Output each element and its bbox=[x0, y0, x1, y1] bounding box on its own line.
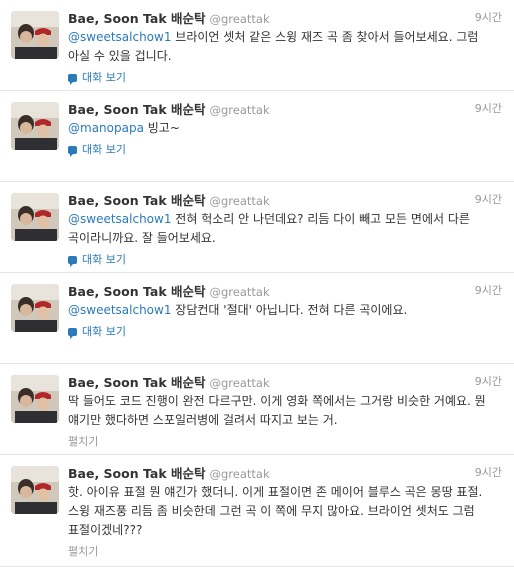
view-conversation-label: 대화 보기 bbox=[82, 71, 126, 84]
author-name[interactable]: Bae, Soon Tak 배순탁 bbox=[68, 11, 206, 26]
tweet-timestamp[interactable]: 9시간 bbox=[475, 464, 502, 480]
author-handle[interactable]: @greattak bbox=[210, 285, 270, 299]
author-handle[interactable]: @greattak bbox=[210, 103, 270, 117]
tweet-body: 장담컨대 '절대' 아닙니다. 전혀 다른 곡이에요. bbox=[171, 303, 408, 317]
author-name[interactable]: Bae, Soon Tak 배순탁 bbox=[68, 466, 206, 481]
conversation-icon bbox=[68, 256, 77, 267]
tweet-timestamp[interactable]: 9시간 bbox=[475, 373, 502, 389]
tweet[interactable]: Bae, Soon Tak 배순탁 @greattak 9시간 @sweetsal… bbox=[0, 273, 514, 364]
author-handle[interactable]: @greattak bbox=[210, 12, 270, 26]
tweet-body: 딱 들어도 코드 진행이 완전 다르구만. 이게 영화 쪽에서는 그거랑 비슷한… bbox=[68, 394, 486, 427]
author-handle[interactable]: @greattak bbox=[210, 467, 270, 481]
author-name[interactable]: Bae, Soon Tak 배순탁 bbox=[68, 375, 206, 390]
avatar[interactable] bbox=[11, 193, 59, 241]
view-conversation-link[interactable]: 대화 보기 bbox=[68, 142, 126, 158]
tweet-timestamp[interactable]: 9시간 bbox=[475, 191, 502, 207]
tweet-text: @sweetsalchow1 장담컨대 '절대' 아닙니다. 전혀 다른 곡이에… bbox=[68, 301, 500, 320]
tweet-text: @sweetsalchow1 브라이언 셋처 같은 스윙 재즈 곡 좀 찾아서 … bbox=[68, 28, 500, 66]
avatar[interactable] bbox=[11, 466, 59, 514]
avatar[interactable] bbox=[11, 102, 59, 150]
tweet-timeline: Bae, Soon Tak 배순탁 @greattak 9시간 @sweetsal… bbox=[0, 0, 514, 567]
tweet-body: 빙고~ bbox=[143, 121, 180, 135]
conversation-icon bbox=[68, 328, 77, 339]
conversation-icon bbox=[68, 74, 77, 85]
tweet[interactable]: Bae, Soon Tak 배순탁 @greattak 9시간 핫. 아이유 표절… bbox=[0, 455, 514, 567]
tweet-text: 딱 들어도 코드 진행이 완전 다르구만. 이게 영화 쪽에서는 그거랑 비슷한… bbox=[68, 392, 500, 430]
view-conversation-link[interactable]: 대화 보기 bbox=[68, 252, 126, 268]
tweet[interactable]: Bae, Soon Tak 배순탁 @greattak 9시간 @sweetsal… bbox=[0, 182, 514, 273]
author-name[interactable]: Bae, Soon Tak 배순탁 bbox=[68, 102, 206, 117]
tweet[interactable]: Bae, Soon Tak 배순탁 @greattak 9시간 @sweetsal… bbox=[0, 0, 514, 91]
expand-link[interactable]: 펼치기 bbox=[68, 434, 98, 450]
mention-link[interactable]: @sweetsalchow1 bbox=[68, 303, 171, 317]
conversation-icon bbox=[68, 146, 77, 157]
tweet-text: @sweetsalchow1 전혀 헉소리 안 나던데요? 리듬 다이 빼고 모… bbox=[68, 210, 500, 248]
tweet-timestamp[interactable]: 9시간 bbox=[475, 282, 502, 298]
tweet-text: 핫. 아이유 표절 뭔 얘긴가 했더니. 이게 표절이면 존 메이어 블루스 곡… bbox=[68, 483, 500, 540]
tweet-timestamp[interactable]: 9시간 bbox=[475, 9, 502, 25]
mention-link[interactable]: @sweetsalchow1 bbox=[68, 30, 171, 44]
author-handle[interactable]: @greattak bbox=[210, 376, 270, 390]
author-handle[interactable]: @greattak bbox=[210, 194, 270, 208]
mention-link[interactable]: @manopapa bbox=[68, 121, 144, 135]
view-conversation-label: 대화 보기 bbox=[82, 253, 126, 266]
author-name[interactable]: Bae, Soon Tak 배순탁 bbox=[68, 284, 206, 299]
expand-link[interactable]: 펼치기 bbox=[68, 544, 98, 560]
author-name[interactable]: Bae, Soon Tak 배순탁 bbox=[68, 193, 206, 208]
view-conversation-label: 대화 보기 bbox=[82, 325, 126, 338]
tweet-body: 핫. 아이유 표절 뭔 얘긴가 했더니. 이게 표절이면 존 메이어 블루스 곡… bbox=[68, 485, 483, 537]
avatar[interactable] bbox=[11, 284, 59, 332]
tweet[interactable]: Bae, Soon Tak 배순탁 @greattak 9시간 딱 들어도 코드 … bbox=[0, 364, 514, 455]
view-conversation-link[interactable]: 대화 보기 bbox=[68, 70, 126, 86]
view-conversation-label: 대화 보기 bbox=[82, 143, 126, 156]
view-conversation-link[interactable]: 대화 보기 bbox=[68, 324, 126, 340]
avatar[interactable] bbox=[11, 375, 59, 423]
tweet-text: @manopapa 빙고~ bbox=[68, 119, 500, 138]
tweet-timestamp[interactable]: 9시간 bbox=[475, 100, 502, 116]
avatar[interactable] bbox=[11, 11, 59, 59]
tweet[interactable]: Bae, Soon Tak 배순탁 @greattak 9시간 @manopapa… bbox=[0, 91, 514, 182]
mention-link[interactable]: @sweetsalchow1 bbox=[68, 212, 171, 226]
